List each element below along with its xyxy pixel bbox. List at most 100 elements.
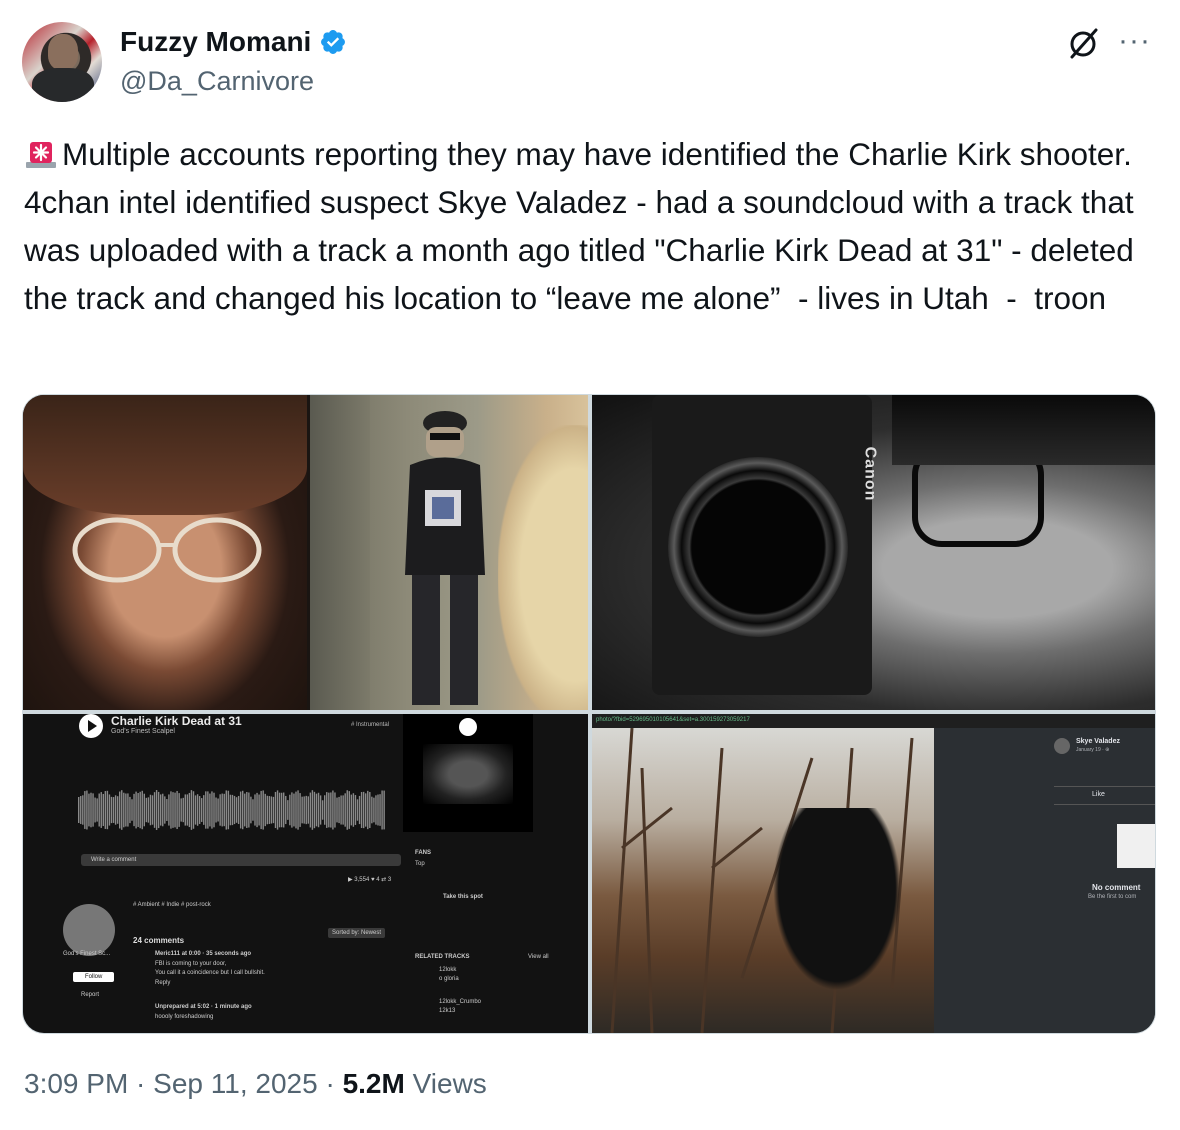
waveform-bar (381, 790, 383, 830)
waveform-bar (344, 793, 346, 827)
media-image-1[interactable] (23, 395, 588, 710)
waveform-bar (80, 796, 82, 824)
author-handle[interactable]: @Da_Carnivore (120, 66, 314, 97)
waveform-bar (119, 791, 121, 829)
waveform-bar (121, 790, 123, 830)
surveillance-photo (310, 395, 588, 710)
fans-top-tab[interactable]: Top (415, 861, 425, 867)
reply-link[interactable]: Reply (155, 980, 170, 986)
waveform-bar (379, 794, 381, 826)
related-track-2-title[interactable]: 12k13 (439, 1008, 455, 1014)
media-image-4[interactable]: photo/?fbid=529695010105641&set=a.300159… (592, 714, 1155, 1033)
be-first-text: Be the first to com (1088, 894, 1137, 900)
divider (1054, 786, 1155, 787)
media-image-3[interactable]: Charlie Kirk Dead at 31 God's Finest Sca… (23, 714, 588, 1033)
waveform-bar (237, 795, 240, 825)
waveform-bar (305, 795, 307, 825)
sort-dropdown[interactable]: Sorted by: Newest (328, 928, 386, 938)
poster-avatar[interactable] (1054, 738, 1070, 754)
waveform-bar (371, 796, 373, 824)
waveform-bar (88, 793, 90, 827)
waveform-bar (170, 791, 172, 829)
waveform-bar (168, 794, 170, 826)
camera-lens (668, 457, 848, 637)
waveform-bar (176, 790, 178, 830)
waveform-bar (332, 790, 334, 830)
meta-separator: · (128, 1068, 154, 1099)
waveform-bar (268, 796, 271, 824)
waveform-bar (375, 795, 377, 825)
waveform-bar (98, 793, 100, 827)
waveform-bar (108, 794, 111, 826)
waveform-bar (250, 796, 252, 824)
waveform-bar (270, 796, 273, 824)
waveform-bar (354, 795, 357, 825)
waveform-bar (326, 792, 328, 828)
waveform-bar (377, 794, 379, 826)
waveform-bar (229, 794, 232, 826)
comment-1-text: FBI is coming to your door, (155, 961, 227, 967)
waveform-bar (112, 797, 115, 823)
waveform-bar (301, 796, 303, 824)
waveform-bar (276, 790, 279, 830)
waveform-bar (287, 800, 289, 820)
view-all-link[interactable]: View all (528, 954, 549, 960)
waveform-bar (350, 794, 353, 826)
related-tracks-heading: RELATED TRACKS (415, 954, 470, 960)
grok-icon[interactable] (1066, 26, 1100, 65)
waveform-bar (164, 796, 166, 824)
waveform-bar (188, 792, 191, 828)
poster-name[interactable]: Skye Valadez (1076, 738, 1120, 745)
waveform-bar (346, 790, 348, 830)
waveform-bar (342, 795, 344, 825)
views-label: Views (412, 1068, 487, 1099)
more-options-icon[interactable]: ··· (1118, 24, 1151, 58)
waveform-bar (133, 793, 135, 827)
verified-badge-icon[interactable] (319, 28, 347, 56)
camera-brand-label: Canon (861, 446, 879, 502)
avatar[interactable] (22, 22, 102, 102)
waveform-bar (155, 790, 158, 830)
waveform-bar (192, 791, 195, 829)
waveform-bar (147, 797, 150, 823)
waveform-bar (317, 792, 320, 828)
waveform-bar (297, 790, 299, 830)
waveform-bar (209, 793, 211, 827)
tweet-time[interactable]: 3:09 PM (24, 1068, 128, 1099)
waveform-bar (272, 796, 275, 824)
related-track-1-title[interactable]: o gloria (439, 976, 459, 982)
waveform-bar (104, 791, 107, 829)
report-link[interactable]: Report (81, 992, 99, 998)
related-track-2-artist[interactable]: 12lokk_Crumbo (439, 999, 481, 1005)
waveform-bar (143, 793, 145, 827)
views-count[interactable]: 5.2M (343, 1068, 405, 1099)
track-stats: ▶ 3,554 ♥ 4 ⇄ 3 (348, 877, 392, 883)
artist-profile-name[interactable]: God's Finest Sc... (63, 951, 110, 957)
waveform-bar (207, 791, 209, 829)
waveform-bar (328, 792, 330, 828)
waveform-bar (194, 795, 197, 825)
browser-url: photo/?fbid=529695010105641&set=a.300159… (596, 717, 750, 723)
media-image-2[interactable]: Canon (592, 395, 1155, 710)
waveform-bar (360, 792, 363, 828)
tweet-date[interactable]: Sep 11, 2025 (153, 1068, 318, 1099)
waveform-bar (135, 791, 137, 829)
waveform-bar (244, 793, 246, 827)
author-display-name[interactable]: Fuzzy Momani (120, 26, 311, 58)
waveform-bar (356, 799, 359, 821)
artist-avatar[interactable] (63, 904, 115, 956)
waveform-bar (252, 799, 254, 821)
waveform-bar (260, 790, 262, 830)
related-track-1-artist[interactable]: 12lokk (439, 967, 456, 973)
waveform-bar (174, 792, 176, 828)
waveform-bar (313, 791, 316, 829)
like-button[interactable]: Like (1092, 791, 1105, 798)
waveform-bar (311, 790, 314, 830)
waveform-bar (324, 795, 326, 825)
waveform-bar (365, 793, 367, 827)
waveform-bar (153, 792, 156, 828)
tweet-text: Multiple accounts reporting they may hav… (24, 130, 1159, 322)
tweet-meta: 3:09 PM · Sep 11, 2025 · 5.2M Views (24, 1068, 487, 1100)
follow-button[interactable]: Follow (73, 972, 115, 982)
waveform-bar (291, 792, 293, 828)
